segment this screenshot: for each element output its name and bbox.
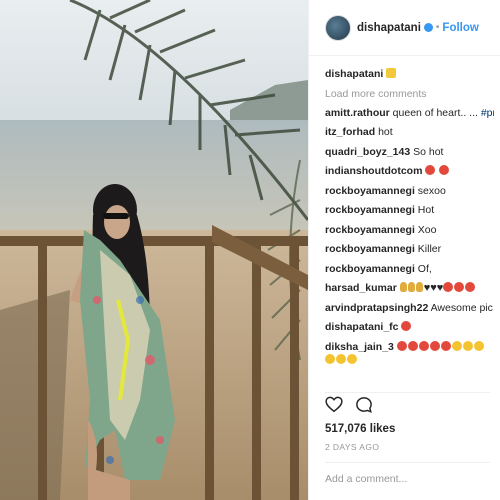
comment-text: queen of heart.. ... (389, 106, 481, 119)
heart-eyes-emoji-icon (396, 340, 407, 351)
heart-eyes-emoji-icon (440, 340, 451, 351)
post-photo[interactable] (0, 0, 308, 500)
load-more-comments-button[interactable]: Load more comments (325, 88, 494, 100)
smiley-emoji-icon (451, 340, 462, 351)
comment-item: quadri_boyz_143 So hot (325, 146, 494, 159)
comment-item: itz_forhad hot (325, 126, 494, 139)
smiley-emoji-icon (347, 353, 357, 364)
heart-eyes-emoji-icon (425, 165, 436, 175)
comment-user[interactable]: indianshoutdotcom (325, 165, 422, 177)
verified-badge-icon (423, 23, 433, 32)
comment-item: rockboyamannegi sexoo (325, 185, 494, 198)
smiley-emoji-icon (325, 353, 335, 364)
comment-item: harsad_kumar ♥♥♥ (325, 282, 494, 295)
comment-item: rockboyamannegi Of, (325, 263, 494, 276)
post-actions: 517,076 likes 2 DAYS AGO (325, 392, 490, 452)
comment-text: Awesome pic di (430, 301, 494, 314)
instagram-post: dishapatani • Follow dishapatani Load mo… (0, 0, 500, 500)
hashtag-link[interactable]: #prfct (481, 107, 494, 119)
heart-outline-icon[interactable] (325, 396, 343, 418)
smiley-emoji-icon (336, 353, 346, 364)
black-heart-emoji-icon: ♥♥♥ (423, 282, 444, 294)
comment-item: indianshoutdotcom (325, 165, 494, 178)
heart-eyes-emoji-icon (454, 282, 465, 292)
ok-hand-emoji-icon (415, 282, 423, 292)
comment-text: Hot (414, 204, 435, 216)
comment-user[interactable]: rockboyamannegi (325, 204, 415, 216)
post-date: 2 DAYS AGO (325, 442, 380, 452)
heart-eyes-emoji-icon (401, 321, 412, 331)
comment-text: Of, (414, 262, 432, 275)
follow-button[interactable]: Follow (442, 22, 478, 34)
heart-eyes-emoji-icon (429, 340, 440, 351)
speech-bubble-icon-graphic (356, 396, 372, 413)
speech-bubble-icon[interactable] (355, 396, 373, 419)
heart-eyes-emoji-icon (443, 282, 454, 292)
comment-item: rockboyamannegi Hot (325, 204, 494, 217)
comment-item: dishapatani_fc (325, 321, 494, 334)
add-comment-input[interactable]: Add a comment... (325, 462, 490, 485)
comment-item: arvindpratapsingh22 Awesome pic di (325, 302, 494, 315)
photo-illustration (0, 0, 308, 500)
comment-item: rockboyamannegi Xoo (325, 224, 494, 237)
caption: dishapatani (325, 68, 494, 81)
likes-count[interactable]: 517,076 likes (325, 423, 490, 435)
comment-user[interactable]: diksha_jain_3 (325, 341, 394, 353)
comment-text: hot (375, 126, 393, 138)
comment-user[interactable]: rockboyamannegi (325, 185, 415, 197)
username-link[interactable]: dishapatani (357, 22, 421, 34)
ok-hand-emoji-icon (399, 282, 407, 292)
post-side-panel: dishapatani • Follow dishapatani Load mo… (308, 0, 500, 500)
emoji-icon (386, 68, 397, 78)
smiley-emoji-icon (473, 340, 484, 351)
comment-user[interactable]: rockboyamannegi (325, 263, 415, 275)
comment-user[interactable]: rockboyamannegi (325, 224, 415, 236)
comment-item: amitt.rathour queen of heart.. ... #prfc… (325, 107, 494, 120)
comment-user[interactable]: harsad_kumar (325, 282, 397, 294)
comment-item: rockboyamannegi Killer (325, 243, 494, 256)
post-header: dishapatani • Follow (309, 0, 500, 56)
heart-outline-icon-graphic (325, 396, 343, 413)
comment-user[interactable]: itz_forhad (325, 126, 375, 138)
heart-eyes-emoji-icon (465, 282, 476, 292)
comment-text: Killer (414, 243, 442, 255)
action-icons (325, 395, 490, 419)
heart-eyes-emoji-icon (407, 340, 418, 351)
heart-eyes-emoji-icon (439, 165, 450, 175)
heart-eyes-emoji-icon (418, 340, 429, 351)
comment-user[interactable]: rockboyamannegi (325, 243, 415, 255)
avatar[interactable] (325, 14, 351, 41)
comment-text: Xoo (414, 223, 437, 236)
comment-user[interactable]: amitt.rathour (325, 107, 390, 119)
separator-dot: • (435, 22, 440, 33)
comment-list: dishapatani Load more comments amitt.rat… (325, 68, 494, 373)
comment-user[interactable]: dishapatani (325, 68, 383, 80)
comment-user[interactable]: arvindpratapsingh22 (325, 302, 428, 314)
comment-user[interactable]: dishapatani_fc (325, 321, 399, 333)
ok-hand-emoji-icon (407, 282, 415, 292)
smiley-emoji-icon (462, 340, 473, 351)
comment-item: diksha_jain_3 (325, 340, 494, 367)
comment-user[interactable]: quadri_boyz_143 (325, 146, 410, 158)
comment-text: sexoo (414, 184, 446, 197)
comment-text: So hot (410, 145, 444, 158)
